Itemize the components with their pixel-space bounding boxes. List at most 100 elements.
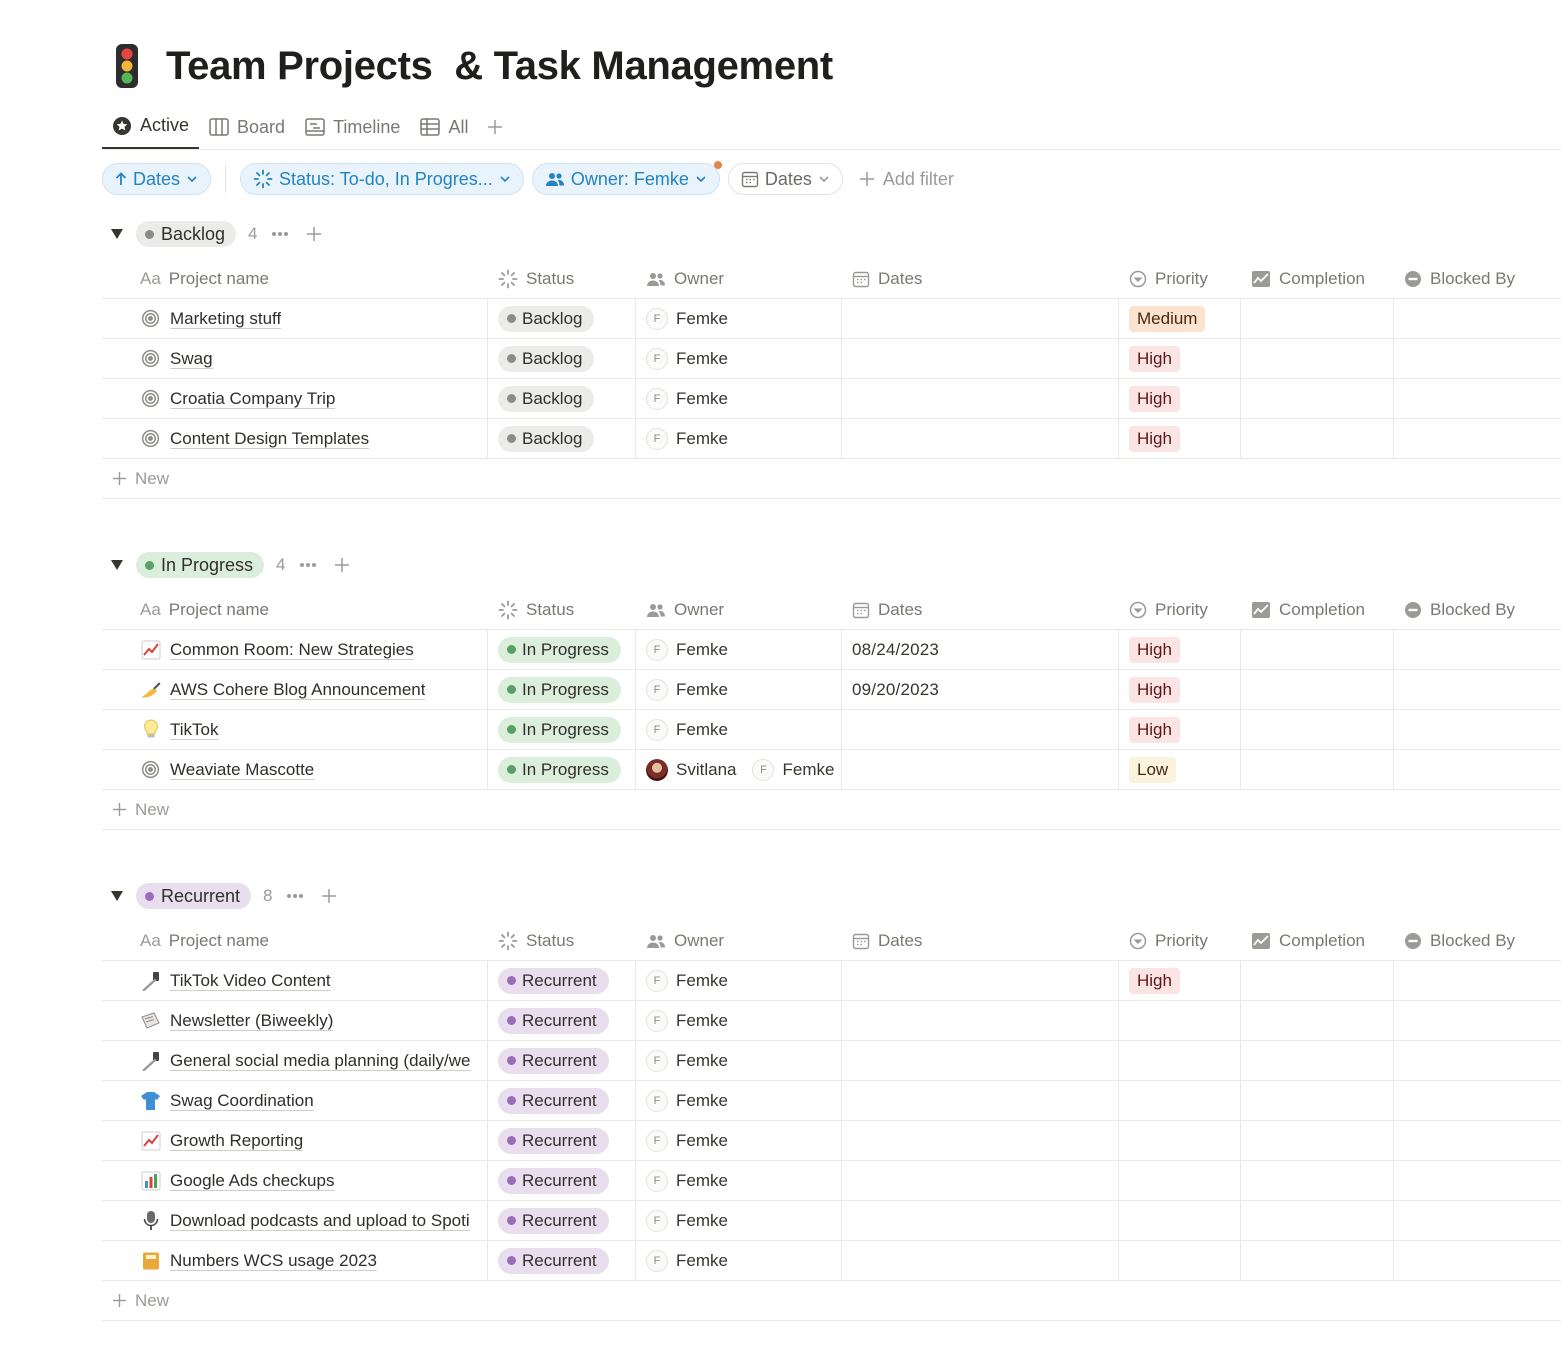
project-name-cell[interactable]: Download podcasts and upload to Spoti <box>102 1201 488 1240</box>
project-name[interactable]: Swag Coordination <box>170 1091 314 1111</box>
project-name[interactable]: Croatia Company Trip <box>170 389 336 409</box>
dates-cell[interactable] <box>842 1001 1119 1040</box>
owner-chip[interactable]: F Femke <box>646 638 728 661</box>
completion-cell[interactable] <box>1241 1081 1394 1120</box>
dates-cell[interactable] <box>842 1201 1119 1240</box>
date-value[interactable]: 08/24/2023 <box>852 640 939 660</box>
completion-cell[interactable] <box>1241 630 1394 669</box>
table-row[interactable]: Google Ads checkups Recurrent F Femke <box>102 1161 1561 1201</box>
col-header-priority[interactable]: Priority <box>1119 590 1241 629</box>
table-row[interactable]: General social media planning (daily/we R… <box>102 1041 1561 1081</box>
owner-cell[interactable]: F Femke <box>636 630 842 669</box>
owner-chip[interactable]: F Femke <box>646 678 728 701</box>
traffic-light-icon[interactable] <box>110 42 144 90</box>
status-cell[interactable]: Recurrent <box>488 1161 636 1200</box>
table-row[interactable]: Swag Coordination Recurrent F Femke <box>102 1081 1561 1121</box>
blocked-by-cell[interactable] <box>1394 339 1560 378</box>
project-name[interactable]: Newsletter (Biweekly) <box>170 1011 334 1031</box>
priority-cell[interactable] <box>1119 1121 1241 1160</box>
project-name-cell[interactable]: Content Design Templates <box>102 419 488 458</box>
priority-cell[interactable] <box>1119 1001 1241 1040</box>
project-name-cell[interactable]: Common Room: New Strategies <box>102 630 488 669</box>
owner-chip[interactable]: F Femke <box>646 1249 728 1272</box>
priority-cell[interactable]: High <box>1119 710 1241 749</box>
owner-filter-button[interactable]: Owner: Femke <box>531 161 722 195</box>
priority-cell[interactable] <box>1119 1201 1241 1240</box>
project-name-cell[interactable]: Swag Coordination <box>102 1081 488 1120</box>
table-row[interactable]: Content Design Templates Backlog F Femke Hig… <box>102 419 1561 459</box>
table-row[interactable]: Marketing stuff Backlog F Femke Medium <box>102 299 1561 339</box>
completion-cell[interactable] <box>1241 1201 1394 1240</box>
status-filter-button[interactable]: Status: To-do, In Progres... <box>240 163 524 195</box>
add-to-group-icon[interactable] <box>302 222 326 246</box>
table-row[interactable]: TikTok In Progress F Femke High <box>102 710 1561 750</box>
blocked-by-cell[interactable] <box>1394 1161 1560 1200</box>
dates-cell[interactable] <box>842 379 1119 418</box>
add-filter-button[interactable]: Add filter <box>851 169 962 190</box>
status-cell[interactable]: Recurrent <box>488 1241 636 1280</box>
status-cell[interactable]: Recurrent <box>488 1001 636 1040</box>
priority-cell[interactable]: Medium <box>1119 299 1241 338</box>
priority-tag[interactable]: High <box>1129 425 1180 452</box>
project-name[interactable]: General social media planning (daily/we <box>170 1051 471 1071</box>
tab-active[interactable]: Active <box>102 104 200 149</box>
group-tag[interactable]: In Progress <box>136 552 265 578</box>
status-cell[interactable]: Recurrent <box>488 1041 636 1080</box>
dates-cell[interactable] <box>842 961 1119 1000</box>
col-header-dates[interactable]: Dates <box>842 921 1119 960</box>
col-header-owner[interactable]: Owner <box>636 259 842 298</box>
owner-chip[interactable]: F Femke <box>646 969 728 992</box>
owner-cell[interactable]: F Femke <box>636 419 842 458</box>
priority-cell[interactable]: High <box>1119 419 1241 458</box>
completion-cell[interactable] <box>1241 419 1394 458</box>
completion-cell[interactable] <box>1241 670 1394 709</box>
blocked-by-cell[interactable] <box>1394 1241 1560 1280</box>
status-cell[interactable]: In Progress <box>488 670 636 709</box>
blocked-by-cell[interactable] <box>1394 419 1560 458</box>
owner-chip[interactable]: F Femke <box>646 387 728 410</box>
blocked-by-cell[interactable] <box>1394 630 1560 669</box>
table-row[interactable]: Numbers WCS usage 2023 Recurrent F Femke <box>102 1241 1561 1281</box>
project-name[interactable]: Weaviate Mascotte <box>170 760 315 780</box>
dates-cell[interactable] <box>842 1121 1119 1160</box>
new-row-button[interactable]: New <box>102 459 1561 499</box>
tab-timeline[interactable]: Timeline <box>295 105 410 149</box>
completion-cell[interactable] <box>1241 1161 1394 1200</box>
project-name[interactable]: Numbers WCS usage 2023 <box>170 1251 377 1271</box>
priority-cell[interactable] <box>1119 1081 1241 1120</box>
owner-cell[interactable]: F Femke <box>636 1041 842 1080</box>
table-row[interactable]: Newsletter (Biweekly) Recurrent F Femke <box>102 1001 1561 1041</box>
blocked-by-cell[interactable] <box>1394 1081 1560 1120</box>
blocked-by-cell[interactable] <box>1394 750 1560 789</box>
blocked-by-cell[interactable] <box>1394 1121 1560 1160</box>
priority-cell[interactable]: High <box>1119 379 1241 418</box>
add-to-group-icon[interactable] <box>317 884 341 908</box>
priority-cell[interactable]: High <box>1119 630 1241 669</box>
col-header-owner[interactable]: Owner <box>636 590 842 629</box>
status-cell[interactable]: Recurrent <box>488 1201 636 1240</box>
status-cell[interactable]: Backlog <box>488 339 636 378</box>
status-cell[interactable]: Recurrent <box>488 1121 636 1160</box>
tab-all[interactable]: All <box>410 105 478 149</box>
project-name[interactable]: AWS Cohere Blog Announcement <box>170 680 426 700</box>
collapse-caret-icon[interactable] <box>108 556 126 574</box>
completion-cell[interactable] <box>1241 1121 1394 1160</box>
date-value[interactable]: 09/20/2023 <box>852 680 939 700</box>
col-header-blocked-by[interactable]: Blocked By <box>1394 259 1560 298</box>
col-header-completion[interactable]: Completion <box>1241 259 1394 298</box>
completion-cell[interactable] <box>1241 299 1394 338</box>
table-row[interactable]: AWS Cohere Blog Announcement In Progress F… <box>102 670 1561 710</box>
dates-cell[interactable] <box>842 419 1119 458</box>
owner-chip[interactable]: F Femke <box>646 347 728 370</box>
sort-dates-button[interactable]: Dates <box>102 163 212 195</box>
col-header-priority[interactable]: Priority <box>1119 259 1241 298</box>
col-header-status[interactable]: Status <box>488 590 636 629</box>
priority-cell[interactable]: High <box>1119 961 1241 1000</box>
col-header-project-name[interactable]: Aa Project name <box>102 921 488 960</box>
dates-cell[interactable]: 09/20/2023 <box>842 670 1119 709</box>
owner-cell[interactable]: F Femke <box>636 710 842 749</box>
owner-cell[interactable]: Svitlana F Femke <box>636 750 842 789</box>
project-name-cell[interactable]: Swag <box>102 339 488 378</box>
dates-cell[interactable] <box>842 339 1119 378</box>
collapse-caret-icon[interactable] <box>108 225 126 243</box>
